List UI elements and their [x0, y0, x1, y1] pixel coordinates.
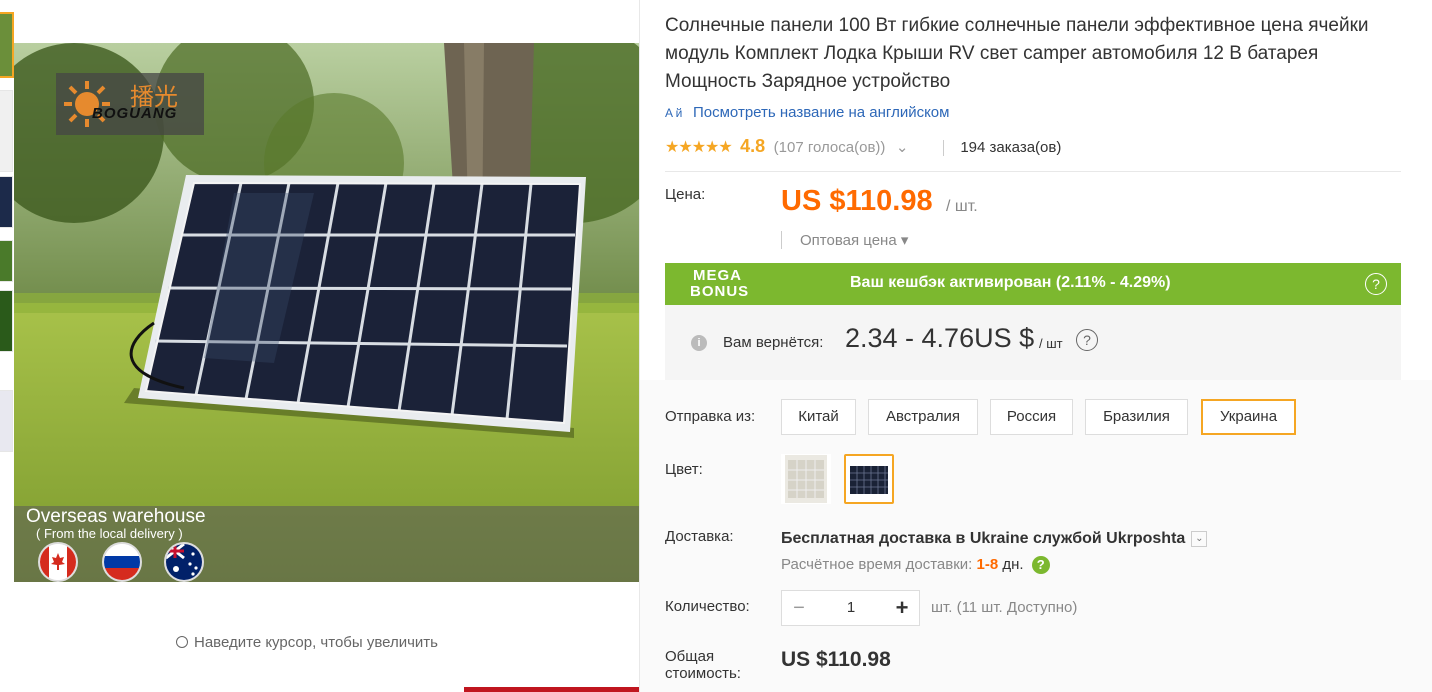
color-swatch-2-selected[interactable] — [844, 454, 894, 504]
color-swatch-1[interactable] — [781, 454, 831, 504]
cashback-activated-text: Ваш кешбэк активирован (2.11% - 4.29%) — [850, 274, 1171, 291]
mega-bonus-logo-line2: BONUS — [690, 283, 750, 300]
delivery-days: 1-8 — [976, 556, 999, 573]
overseas-warehouse-banner: Overseas warehouse ( From the local deli… — [14, 506, 639, 582]
product-title: Солнечные панели 100 Вт гибкие солнечные… — [665, 15, 1369, 92]
quantity-stepper: − 1 + — [781, 590, 920, 626]
quantity-label: Количество: — [665, 598, 750, 615]
total-value: US $110.98 — [781, 648, 891, 671]
mega-bonus-logo-line1: MEGA — [693, 267, 742, 284]
delivery-time: Расчётное время доставки: 1-8 дн. ? — [781, 556, 1050, 575]
canada-flag-icon — [38, 542, 78, 582]
thumbnail-4[interactable] — [0, 240, 13, 282]
thumbnail-2[interactable] — [0, 90, 13, 172]
australia-flag-icon — [164, 542, 204, 582]
ship-from-option-russia[interactable]: Россия — [990, 399, 1073, 435]
overseas-title: Overseas warehouse — [26, 506, 206, 527]
votes-count[interactable]: (107 голоса(ов)) — [774, 139, 886, 156]
color-label: Цвет: — [665, 461, 703, 478]
quantity-decrease-button[interactable]: − — [782, 591, 816, 625]
ship-from-option-brazil[interactable]: Бразилия — [1085, 399, 1188, 435]
swatch-thumbnail — [846, 456, 892, 502]
zoom-hint: Наведите курсор, чтобы увеличить — [176, 634, 438, 651]
translate-title-link[interactable]: A й Посмотреть название на английском — [665, 104, 949, 121]
russia-flag-icon — [102, 542, 142, 582]
price-label: Цена: — [665, 186, 706, 203]
cashback-unit: / шт — [1039, 336, 1063, 351]
ship-from-label: Отправка из: — [665, 408, 756, 425]
zoom-hint-text: Наведите курсор, чтобы увеличить — [194, 634, 438, 651]
thumbnail-3[interactable] — [0, 176, 13, 228]
delivery-days-unit: дн. — [1002, 556, 1024, 573]
bulk-price-dropdown[interactable]: Оптовая цена ▾ — [781, 231, 908, 249]
cashback-value: 2.34 - 4.76US $ — [845, 323, 1035, 353]
help-icon[interactable]: ? — [1031, 556, 1050, 575]
translate-link-text[interactable]: Посмотреть название на английском — [693, 104, 949, 121]
thumbnail-1[interactable] — [0, 12, 14, 78]
mega-bonus-banner: MEGA BONUS Ваш кешбэк активирован (2.11%… — [665, 263, 1401, 305]
delivery-time-label: Расчётное время доставки: — [781, 556, 973, 573]
brand-logo: 播光 BOGUANG — [56, 73, 204, 135]
magnifier-icon — [176, 636, 188, 648]
votes-chevron-icon[interactable]: ⌄ — [896, 139, 909, 156]
overseas-subtitle: ( From the local delivery ) — [36, 526, 183, 541]
divider — [665, 171, 1401, 172]
orders-count: 194 заказа(ов) — [960, 139, 1062, 156]
rating-value: 4.8 — [740, 136, 766, 156]
quantity-input[interactable]: 1 — [816, 591, 886, 625]
red-accent-strip — [464, 687, 639, 692]
total-label: Общая стоимость: — [665, 648, 741, 682]
delivery-label: Доставка: — [665, 528, 734, 545]
thumbnail-6[interactable] — [0, 390, 13, 452]
chevron-down-icon[interactable]: ⌄ — [1191, 530, 1208, 547]
translate-icon: A й — [665, 106, 683, 120]
brand-logo-en: BOGUANG — [92, 105, 178, 122]
delivery-method[interactable]: Бесплатная доставка в Ukraine службой Uk… — [781, 530, 1208, 548]
delivery-method-text[interactable]: Бесплатная доставка в Ukraine службой Uk… — [781, 530, 1185, 547]
ship-from-option-australia[interactable]: Австралия — [868, 399, 978, 435]
ship-from-option-china[interactable]: Китай — [781, 399, 856, 435]
cashback-label: Вам вернётся: — [723, 334, 824, 351]
quantity-available: шт. (11 шт. Доступно) — [931, 599, 1078, 616]
divider — [942, 139, 944, 156]
quantity-increase-button[interactable]: + — [885, 591, 919, 625]
price-value: US $110.98 — [781, 185, 933, 217]
rating-row: ★★★★★ 4.8 (107 голоса(ов)) ⌄ 194 заказа(… — [665, 136, 1061, 157]
swatch-thumbnail — [785, 455, 827, 503]
thumbnail-5[interactable] — [0, 290, 13, 352]
price-unit: / шт. — [946, 198, 978, 215]
mega-bonus-logo: MEGA BONUS — [690, 268, 749, 300]
help-icon[interactable]: ? — [1076, 329, 1098, 351]
cashback-box: i Вам вернётся: 2.34 - 4.76US $ / шт ? — [665, 305, 1401, 380]
help-icon[interactable]: ? — [1365, 273, 1387, 295]
ship-from-option-ukraine[interactable]: Украина — [1201, 399, 1296, 435]
star-rating-icon: ★★★★★ — [665, 139, 733, 156]
thumbnail-strip — [0, 0, 14, 692]
info-icon: i — [691, 335, 707, 351]
